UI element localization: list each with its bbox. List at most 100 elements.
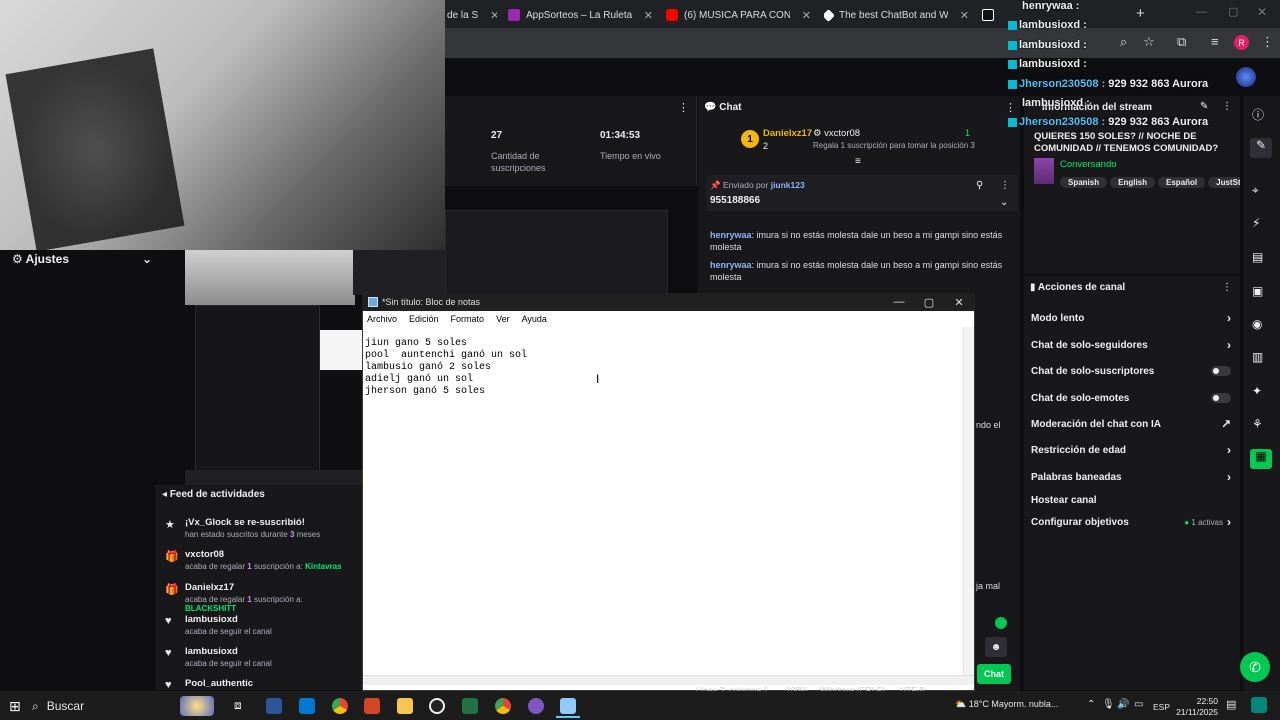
notepad-taskbar-icon[interactable] <box>560 698 576 714</box>
emote-icon[interactable] <box>995 617 1007 629</box>
chrome-icon[interactable] <box>332 698 348 714</box>
action-goals[interactable]: Configurar objetivos ● 1 activas › <box>1031 513 1231 531</box>
category-thumbnail[interactable] <box>1034 158 1054 184</box>
stats-more-icon[interactable]: ⋮ <box>678 101 689 114</box>
action-followers-only[interactable]: Chat de solo-seguidores › <box>1031 336 1231 354</box>
maximize-window-icon[interactable]: ▢ <box>914 293 944 311</box>
edit-pencil-icon[interactable]: ✎ <box>1200 101 1208 112</box>
action-slow-mode[interactable]: Modo lento › <box>1031 309 1231 327</box>
collapse-left-icon[interactable]: ◂ <box>162 489 170 500</box>
profile-avatar[interactable]: R <box>1234 35 1249 50</box>
weather-widget[interactable]: ⛅ 18°C Mayorm. nubla... <box>955 699 1058 710</box>
tag[interactable]: JustStreaming <box>1208 177 1240 188</box>
tag[interactable]: Español <box>1158 177 1206 188</box>
chat-icon[interactable]: ▣ <box>1252 284 1263 298</box>
pinned-more-icon[interactable]: ⋮ <box>1000 180 1010 191</box>
battery-icon[interactable]: ▭ <box>1134 699 1143 710</box>
tag[interactable]: Spanish <box>1060 177 1108 188</box>
close-window-icon[interactable]: ✕ <box>944 293 974 311</box>
chat-send-button[interactable]: Chat <box>977 664 1011 684</box>
info-icon[interactable]: ⓘ <box>1252 106 1264 123</box>
feed-item[interactable]: ♥ Pool_authentic <box>163 678 353 691</box>
minimize-window-icon[interactable]: — <box>884 293 914 311</box>
action-banned-words[interactable]: Palabras baneadas › <box>1031 468 1231 486</box>
leader-user[interactable]: Danielxz17 <box>763 128 812 139</box>
clip-icon[interactable]: ▦ <box>1250 449 1272 469</box>
windows-start-icon[interactable]: ⊞ <box>9 698 21 715</box>
actions-more-icon[interactable]: ⋮ <box>1222 282 1232 293</box>
chevron-up-icon[interactable]: ⌃ <box>1087 699 1095 710</box>
task-view-icon[interactable]: ⧈ <box>234 698 242 713</box>
tray-app-icon[interactable] <box>1251 697 1267 713</box>
action-host-channel[interactable]: Hostear canal <box>1031 491 1231 509</box>
channel-avatar[interactable] <box>1236 67 1256 87</box>
browser-tab[interactable]: AppSorteos – La Ruleta de la S✕ <box>508 4 653 26</box>
edit-icon[interactable]: ✎ <box>1250 138 1272 158</box>
action-age-restriction[interactable]: Restricción de edad › <box>1031 441 1231 459</box>
feed-item[interactable]: 🎁 vxctor08 acaba de regalar 1 suscripció… <box>163 549 353 571</box>
volume-icon[interactable]: 🔊 <box>1117 699 1129 710</box>
broadcast-icon[interactable]: ◉ <box>1252 317 1262 331</box>
streaming-app-icon[interactable] <box>528 698 544 714</box>
extensions-icon[interactable]: ⧉ <box>1177 34 1186 50</box>
tag[interactable]: English <box>1110 177 1156 188</box>
obs-icon[interactable] <box>429 698 445 714</box>
collapse-icon[interactable]: ≡ <box>855 156 861 167</box>
media-control-icon[interactable]: ≡ <box>1211 34 1219 49</box>
notepad-text-area[interactable]: jiun gano 5 soles pool auntenchi ganó un… <box>365 338 955 398</box>
feed-item[interactable]: 🎁 Danielxz17 acaba de regalar 1 suscripc… <box>163 582 353 613</box>
list-icon[interactable]: ▤ <box>1252 250 1263 264</box>
settings-header[interactable]: ⚙ Ajustes ⌄ <box>12 250 152 268</box>
tools-icon[interactable]: ✦ <box>1252 384 1262 398</box>
chevron-down-icon[interactable]: ⌄ <box>1000 197 1008 208</box>
close-tab-icon[interactable]: ✕ <box>644 9 653 22</box>
menu-ver[interactable]: Ver <box>496 314 510 324</box>
unpin-icon[interactable]: ⚲ <box>976 180 983 191</box>
menu-archivo[interactable]: Archivo <box>367 314 397 324</box>
browser-tab[interactable]: (6) MÚSICA PARA CONECTAR C✕ <box>666 4 811 26</box>
notepad-scrollbar[interactable] <box>963 327 974 675</box>
action-ai-moderation[interactable]: Moderación del chat con IA ↗ <box>1031 415 1231 433</box>
file-explorer-icon[interactable] <box>397 698 413 714</box>
stream-info-more-icon[interactable]: ⋮ <box>1222 101 1232 112</box>
minimize-window-icon[interactable]: — <box>1196 6 1207 18</box>
excel-icon[interactable] <box>462 698 478 714</box>
bolt-icon[interactable]: ⚡ <box>1252 216 1260 230</box>
menu-edicion[interactable]: Edición <box>409 314 439 324</box>
powerpoint-icon[interactable] <box>364 698 380 714</box>
more-menu-icon[interactable]: ⋮ <box>1261 34 1274 50</box>
copilot-sparkle-icon[interactable] <box>180 696 214 716</box>
store-icon[interactable] <box>299 698 315 714</box>
chrome-profile-icon[interactable] <box>495 698 511 714</box>
subscribers-only-toggle[interactable] <box>1211 366 1231 376</box>
chat-more-icon[interactable]: ⋮ <box>1005 101 1016 114</box>
zoom-icon[interactable]: ⌕ <box>1120 34 1127 50</box>
microphone-icon[interactable]: 🎙 <box>1102 699 1115 710</box>
feed-item[interactable]: ★ ¡Vx_Glock se re-suscribió! han estado … <box>163 517 353 539</box>
browser-tab[interactable]: de la S ✕ <box>447 4 497 26</box>
notepad-hscrollbar[interactable] <box>363 675 974 685</box>
new-tab-icon[interactable]: + <box>1136 5 1145 22</box>
browser-tab[interactable]: The best ChatBot and Widgets✕ <box>824 4 969 26</box>
feed-item[interactable]: ♥ lambusioxd acaba de seguir el canal <box>163 646 353 668</box>
feed-item[interactable]: ♥ lambusioxd acaba de seguir el canal <box>163 614 353 636</box>
emotes-only-toggle[interactable] <box>1211 393 1231 403</box>
people-icon[interactable]: ⚘ <box>1252 417 1263 431</box>
notification-icon[interactable]: ▤ <box>1226 698 1236 711</box>
language-indicator[interactable]: ESP <box>1153 702 1170 712</box>
close-tab-icon[interactable]: ✕ <box>802 9 811 22</box>
taskbar-clock[interactable]: 22:50 21/11/2025 <box>1170 696 1218 718</box>
menu-formato[interactable]: Formato <box>451 314 485 324</box>
whatsapp-float-button[interactable]: ✆ <box>1240 652 1270 682</box>
close-window-icon[interactable]: ✕ <box>1257 5 1267 19</box>
bookmark-star-icon[interactable]: ☆ <box>1143 34 1155 50</box>
layout-icon[interactable]: ▥ <box>1252 350 1263 364</box>
close-tab-icon[interactable]: ✕ <box>960 9 969 22</box>
target-icon[interactable]: ⌖ <box>1252 183 1259 198</box>
gifter-user[interactable]: ⚙ vxctor08 <box>813 128 860 139</box>
word-icon[interactable] <box>266 698 282 714</box>
menu-ayuda[interactable]: Ayuda <box>522 314 547 324</box>
close-tab-icon[interactable]: ✕ <box>490 9 497 22</box>
category-label[interactable]: Conversando <box>1060 159 1117 170</box>
emoji-picker-icon[interactable]: ☻ <box>985 637 1007 657</box>
